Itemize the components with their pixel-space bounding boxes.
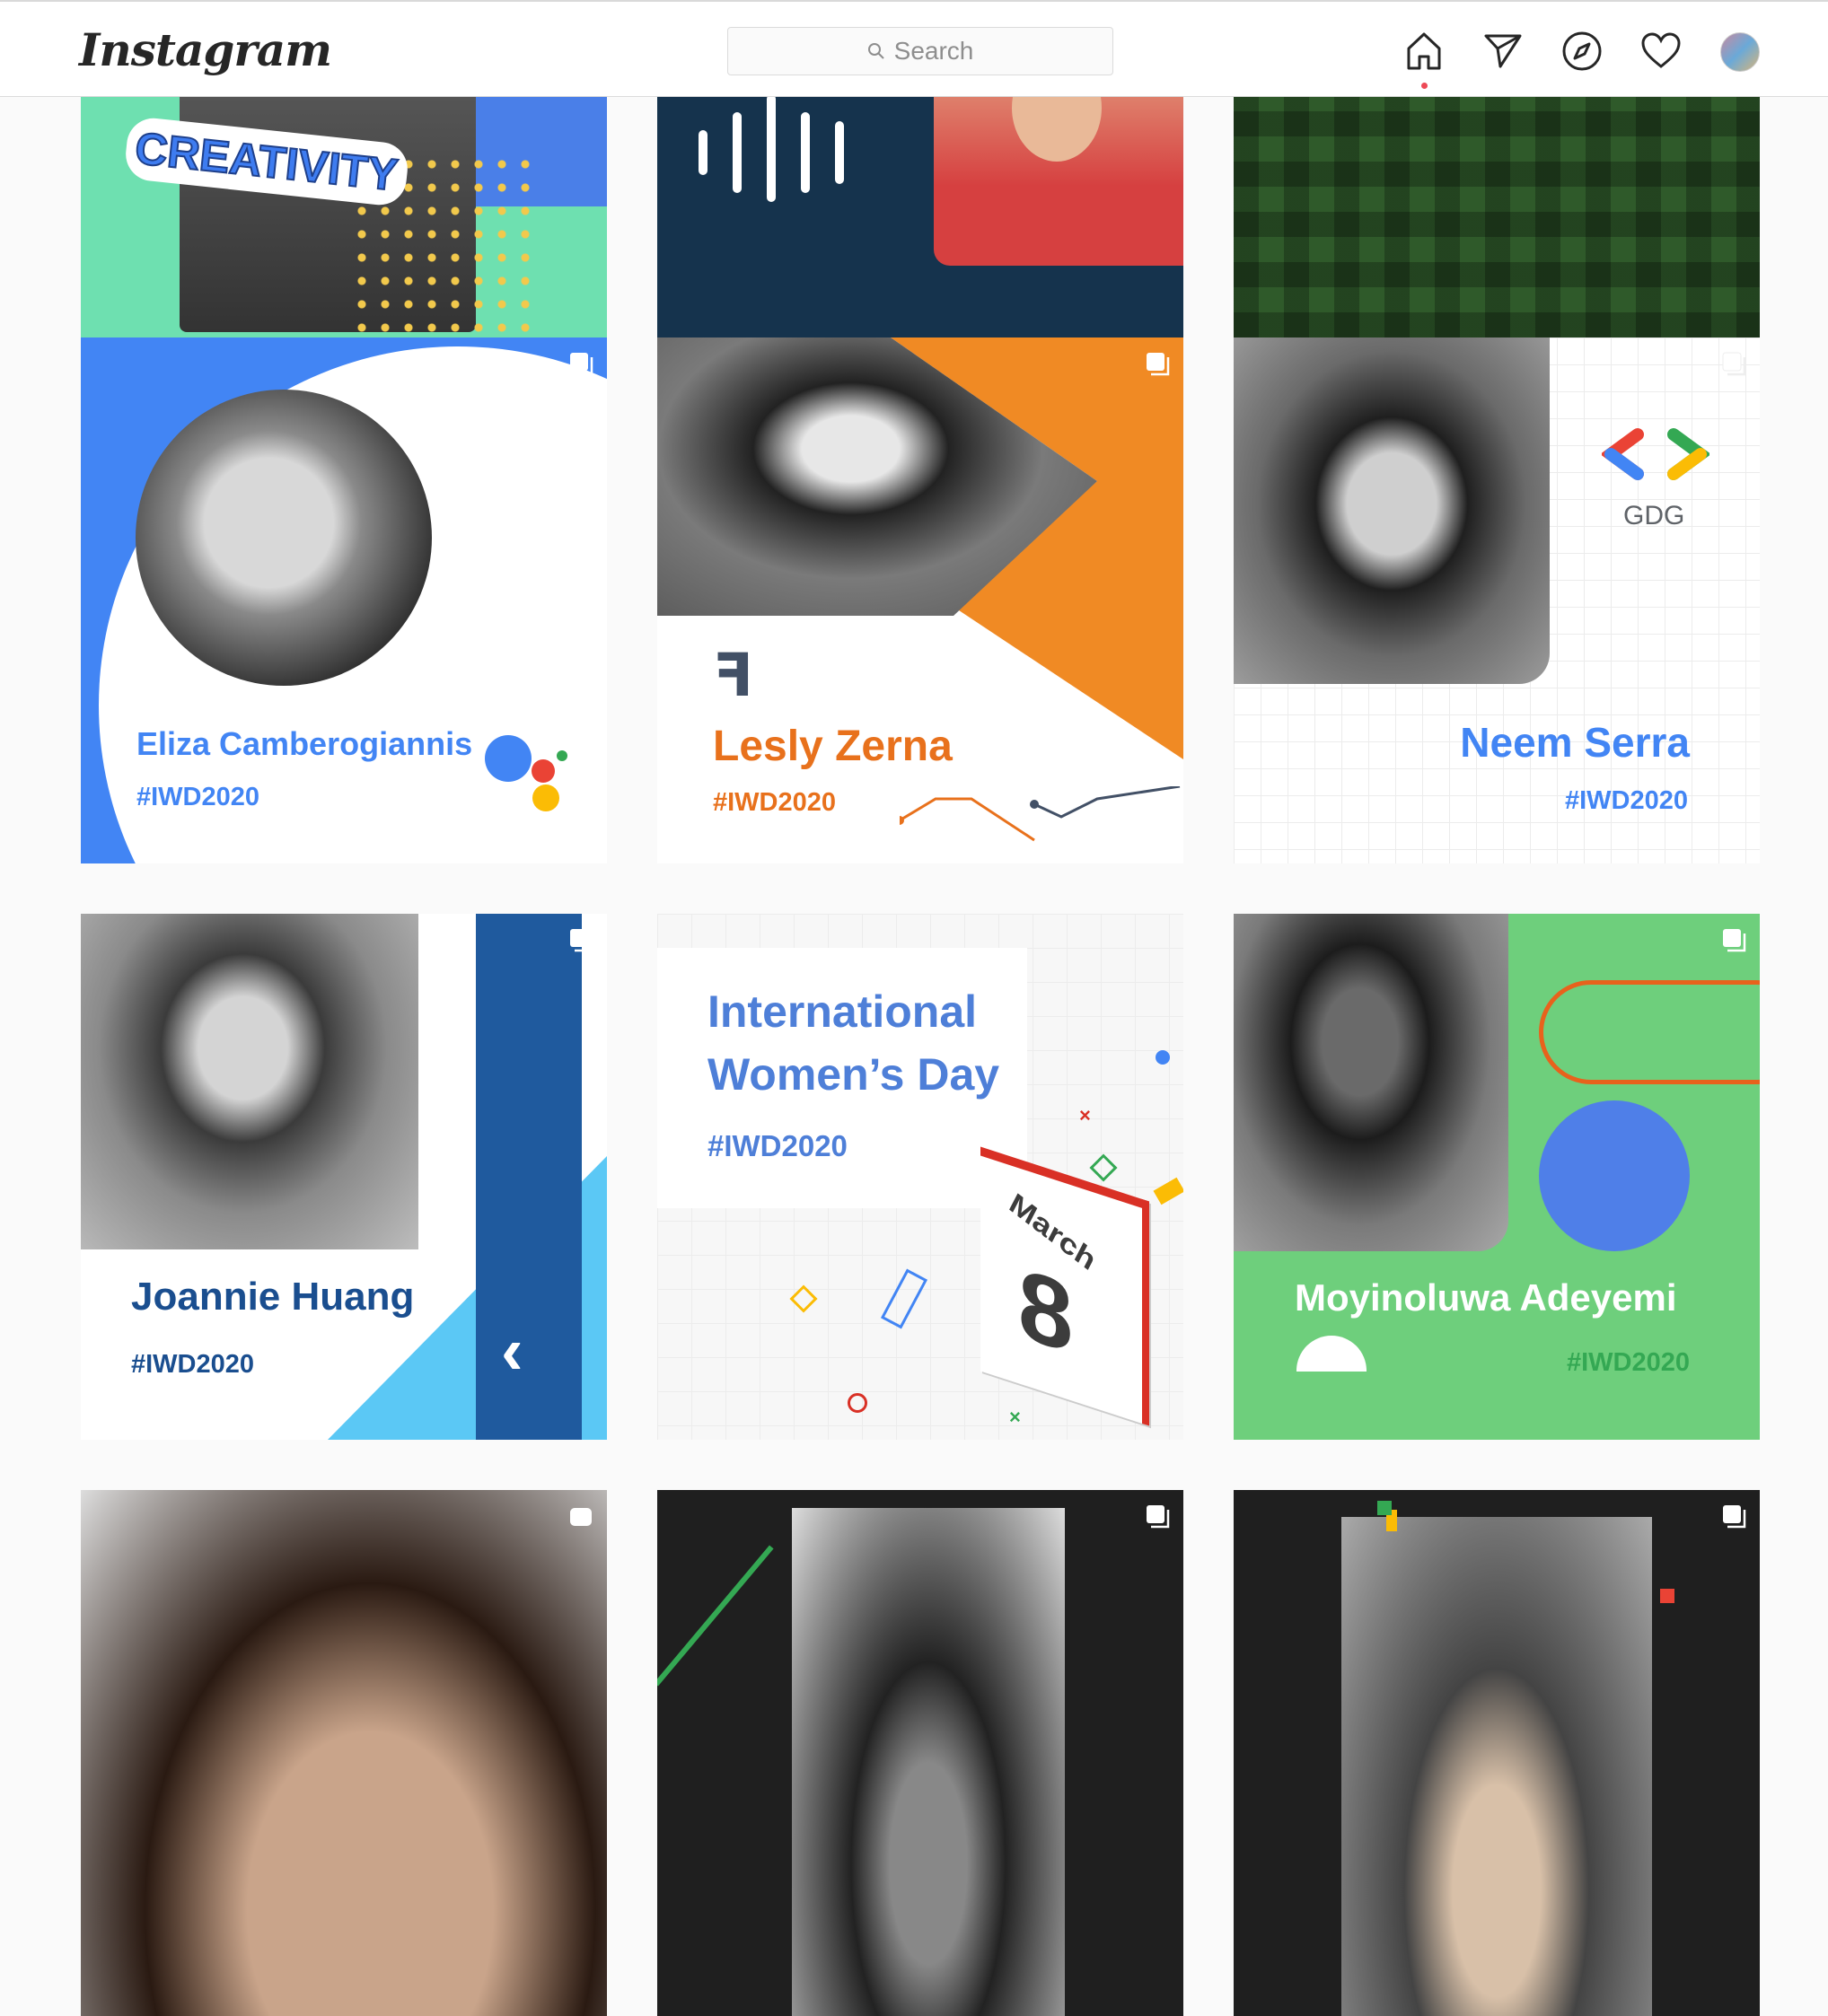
profile-avatar[interactable] [1720, 32, 1760, 72]
android-logo [1296, 1336, 1367, 1372]
post-hashtag: #IWD2020 [1566, 1348, 1690, 1377]
carousel-icon [1144, 350, 1171, 377]
post-name: Joannie Huang [131, 1275, 415, 1319]
carousel-icon [1720, 350, 1747, 377]
home-active-indicator [1421, 83, 1428, 89]
post-name: Moyinoluwa Adeyemi [1295, 1276, 1677, 1319]
post-name: Eliza Camberogiannis [136, 725, 473, 762]
iwd-title-line1: International [707, 986, 978, 1037]
search-icon [867, 43, 884, 59]
portrait-photo [1234, 914, 1508, 1251]
igtv-icon [567, 1503, 594, 1530]
flutter-logo: ‹ [501, 1313, 523, 1388]
carousel-icon [1144, 1503, 1171, 1530]
gdg-label: GDG [1623, 501, 1685, 530]
post-hashtag: #IWD2020 [707, 1129, 848, 1162]
post-hashtag: #IWD2020 [1564, 786, 1688, 815]
portrait-photo [1234, 337, 1550, 684]
direct-icon[interactable] [1481, 29, 1525, 74]
tensorflow-logo: ꟻ [713, 641, 754, 710]
calendar-day: 8 [1018, 1247, 1074, 1375]
portrait-photo [81, 914, 418, 1249]
post-hashtag: #IWD2020 [136, 783, 260, 811]
post-hashtag: #IWD2020 [131, 1350, 255, 1379]
post-tile-eliza[interactable]: Eliza Camberogiannis #IWD2020 [81, 337, 607, 863]
post-tile-neem[interactable]: GDG Neem Serra #IWD2020 [1234, 337, 1760, 863]
carousel-icon [567, 926, 594, 953]
top-nav-bar: Instagram Search [0, 0, 1828, 97]
post-name: Lesly Zerna [713, 723, 953, 770]
post-hashtag: #IWD2020 [713, 788, 837, 817]
carousel-icon [1720, 926, 1747, 953]
post-tile-moyinoluwa[interactable]: Moyinoluwa Adeyemi #IWD2020 [1234, 914, 1760, 1440]
instagram-logo[interactable]: Instagram [79, 23, 332, 76]
post-tile-iwd[interactable]: International Women’s Day #IWD2020 March… [657, 914, 1183, 1440]
post-name: Neem Serra [1460, 719, 1690, 766]
carousel-icon [567, 350, 594, 377]
post-tile-confetti-2[interactable] [1234, 1490, 1760, 2016]
home-icon[interactable] [1402, 29, 1446, 74]
portrait-photo [136, 390, 432, 686]
post-tile-portrait-video[interactable] [81, 1490, 607, 2016]
explore-icon[interactable] [1560, 29, 1604, 74]
post-tile-lesly[interactable]: ꟻ Lesly Zerna #IWD2020 [657, 337, 1183, 863]
carousel-icon [1720, 1503, 1747, 1530]
calendar-illustration: March 8 [980, 1146, 1149, 1426]
search-placeholder: Search [893, 37, 974, 65]
iwd-title-line2: Women’s Day [707, 1049, 1000, 1100]
search-input[interactable]: Search [727, 27, 1113, 75]
post-tile-joannie[interactable]: ‹ Joannie Huang #IWD2020 [81, 914, 607, 1440]
activity-icon[interactable] [1639, 29, 1683, 74]
post-tile-confetti-1[interactable] [657, 1490, 1183, 2016]
